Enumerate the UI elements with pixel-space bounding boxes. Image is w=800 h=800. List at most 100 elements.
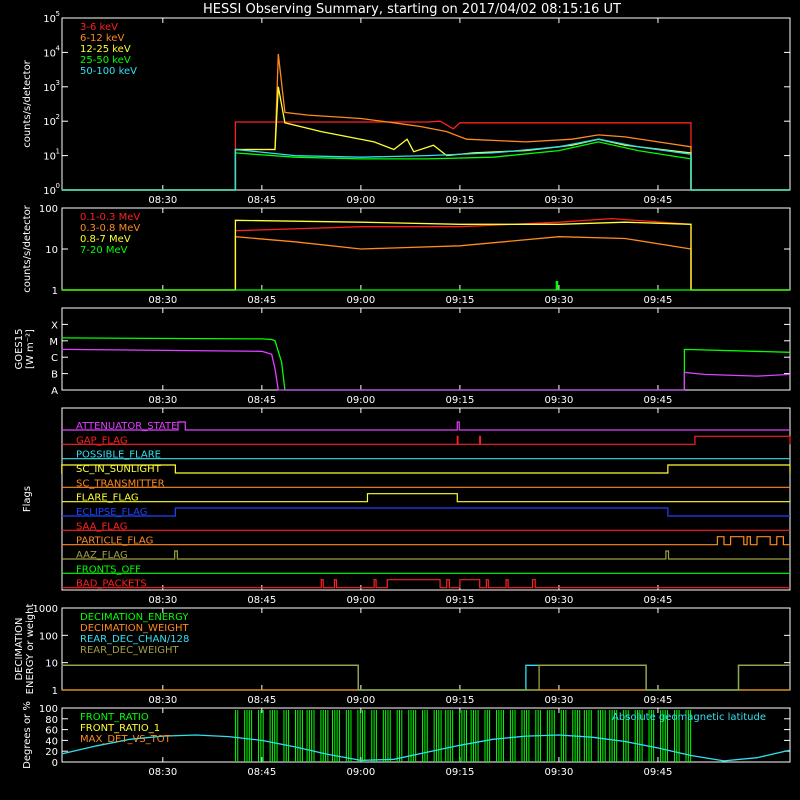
flag-label: GAP_FLAG bbox=[76, 435, 128, 446]
x-tick-label: 09:45 bbox=[644, 395, 673, 406]
y-tick-label: 10 bbox=[43, 48, 56, 59]
annotation-label: Absolute geomagnetic latitude bbox=[612, 712, 766, 723]
x-tick-label: 09:00 bbox=[346, 595, 375, 606]
hessi-summary-canvas: HESSI Observing Summary, starting on 201… bbox=[14, 2, 791, 778]
x-tick-label: 08:30 bbox=[148, 195, 177, 206]
flag-label: FRONTS_OFF bbox=[76, 564, 141, 575]
y-tick-label: 100 bbox=[39, 704, 58, 715]
series-line bbox=[61, 337, 791, 391]
y-tick-label: 40 bbox=[45, 736, 58, 747]
y-tick-label: 20 bbox=[45, 747, 58, 758]
x-tick-label: 09:30 bbox=[545, 295, 574, 306]
legend-entry: 3-6 keV bbox=[80, 22, 118, 33]
x-tick-label: 08:30 bbox=[148, 595, 177, 606]
x-tick-label: 08:30 bbox=[148, 395, 177, 406]
legend-entry: DECIMATION_ENERGY bbox=[80, 612, 189, 623]
flag-label: BAD_PACKETS bbox=[76, 579, 147, 590]
y-tick-exponent: 3 bbox=[56, 79, 60, 87]
x-tick-label: 09:30 bbox=[545, 395, 574, 406]
y-tick-label: 100 bbox=[39, 631, 58, 642]
x-tick-label: 09:15 bbox=[445, 767, 474, 778]
series-line bbox=[61, 348, 791, 391]
y-tick-label: 0 bbox=[52, 758, 58, 769]
y-tick-label: 60 bbox=[45, 726, 58, 737]
panel-frame bbox=[61, 207, 791, 291]
x-tick-label: 08:30 bbox=[148, 295, 177, 306]
series-line bbox=[61, 235, 790, 291]
x-tick-label: 09:15 bbox=[445, 195, 474, 206]
legend-entry: 7-20 MeV bbox=[80, 245, 128, 256]
legend-entry: 12-25 keV bbox=[80, 44, 131, 55]
flag-line bbox=[62, 536, 790, 546]
flag-label: POSSIBLE_FLARE bbox=[76, 450, 161, 461]
flag-line bbox=[62, 550, 790, 560]
x-tick-label: 09:45 bbox=[644, 195, 673, 206]
x-tick-label: 08:45 bbox=[247, 767, 276, 778]
x-tick-label: 09:45 bbox=[644, 695, 673, 706]
y-tick-label: 1000 bbox=[33, 604, 58, 615]
legend-entry: MAX_DET_VS_TOT bbox=[80, 734, 172, 745]
flag-label: FLARE_FLAG bbox=[76, 493, 139, 504]
y-axis-label-2: ENERGY or weight bbox=[25, 604, 36, 695]
legend-entry: 6-12 keV bbox=[80, 33, 124, 44]
x-tick-label: 09:45 bbox=[644, 767, 673, 778]
flag-label: ATTENUATOR_STATE bbox=[76, 421, 177, 432]
flag-label: ECLIPSE_FLAG bbox=[76, 507, 147, 518]
y-tick-label: X bbox=[51, 320, 58, 331]
y-tick-label: B bbox=[51, 370, 58, 381]
flag-line bbox=[62, 493, 790, 503]
y-axis-label: DECIMATION bbox=[14, 617, 25, 680]
y-tick-exponent: 1 bbox=[56, 148, 60, 156]
y-tick-label: 10 bbox=[43, 14, 56, 25]
flag-line bbox=[62, 579, 790, 589]
panel-frame bbox=[61, 17, 791, 191]
x-tick-label: 09:30 bbox=[545, 595, 574, 606]
legend-entry: DECIMATION_WEIGHT bbox=[80, 623, 189, 634]
y-tick-label: 10 bbox=[43, 152, 56, 163]
y-tick-label: 10 bbox=[45, 659, 58, 670]
panel-frame bbox=[61, 307, 791, 391]
x-tick-label: 09:15 bbox=[445, 695, 474, 706]
x-tick-label: 08:45 bbox=[247, 395, 276, 406]
flag-label: SAA_FLAG bbox=[76, 521, 127, 532]
series-line bbox=[61, 217, 790, 291]
panel-frame bbox=[61, 407, 791, 591]
y-tick-label: C bbox=[51, 353, 58, 364]
legend-entry: FRONT_RATIO bbox=[80, 712, 149, 723]
x-tick-label: 09:00 bbox=[346, 295, 375, 306]
legend-entry: 50-100 keV bbox=[80, 66, 137, 77]
x-tick-label: 09:00 bbox=[346, 195, 375, 206]
y-tick-label: 10 bbox=[45, 245, 58, 256]
x-tick-label: 08:30 bbox=[148, 695, 177, 706]
x-tick-label: 09:45 bbox=[644, 595, 673, 606]
y-tick-label: 100 bbox=[39, 204, 58, 215]
x-tick-label: 08:45 bbox=[247, 295, 276, 306]
series-line bbox=[61, 219, 790, 291]
x-tick-label: 08:45 bbox=[247, 695, 276, 706]
x-tick-label: 09:00 bbox=[346, 395, 375, 406]
x-tick-label: 09:30 bbox=[545, 767, 574, 778]
x-tick-label: 09:30 bbox=[545, 695, 574, 706]
x-tick-label: 09:00 bbox=[346, 695, 375, 706]
series-line bbox=[61, 141, 790, 191]
x-tick-label: 09:15 bbox=[445, 295, 474, 306]
flag-label: PARTICLE_FLAG bbox=[76, 536, 153, 547]
flag-label: SC_TRANSMITTER bbox=[76, 478, 165, 489]
y-axis-label: counts/s/detector bbox=[22, 204, 33, 292]
series-line bbox=[61, 86, 790, 191]
x-tick-label: 09:00 bbox=[346, 767, 375, 778]
x-tick-label: 09:15 bbox=[445, 595, 474, 606]
x-tick-label: 08:45 bbox=[247, 595, 276, 606]
legend-entry: REAR_DEC_WEIGHT bbox=[80, 645, 179, 656]
legend-entry: 0.3-0.8 MeV bbox=[80, 223, 140, 234]
x-tick-label: 09:45 bbox=[644, 295, 673, 306]
y-tick-exponent: 5 bbox=[56, 10, 60, 18]
x-tick-label: 08:30 bbox=[148, 767, 177, 778]
y-tick-label: 10 bbox=[43, 117, 56, 128]
y-tick-label: 1 bbox=[52, 286, 58, 297]
y-axis-label: GOES15 bbox=[14, 328, 25, 369]
y-tick-label: M bbox=[49, 337, 58, 348]
y-tick-label: 10 bbox=[43, 186, 56, 197]
chart-title: HESSI Observing Summary, starting on 201… bbox=[203, 2, 621, 17]
x-tick-label: 09:30 bbox=[545, 195, 574, 206]
